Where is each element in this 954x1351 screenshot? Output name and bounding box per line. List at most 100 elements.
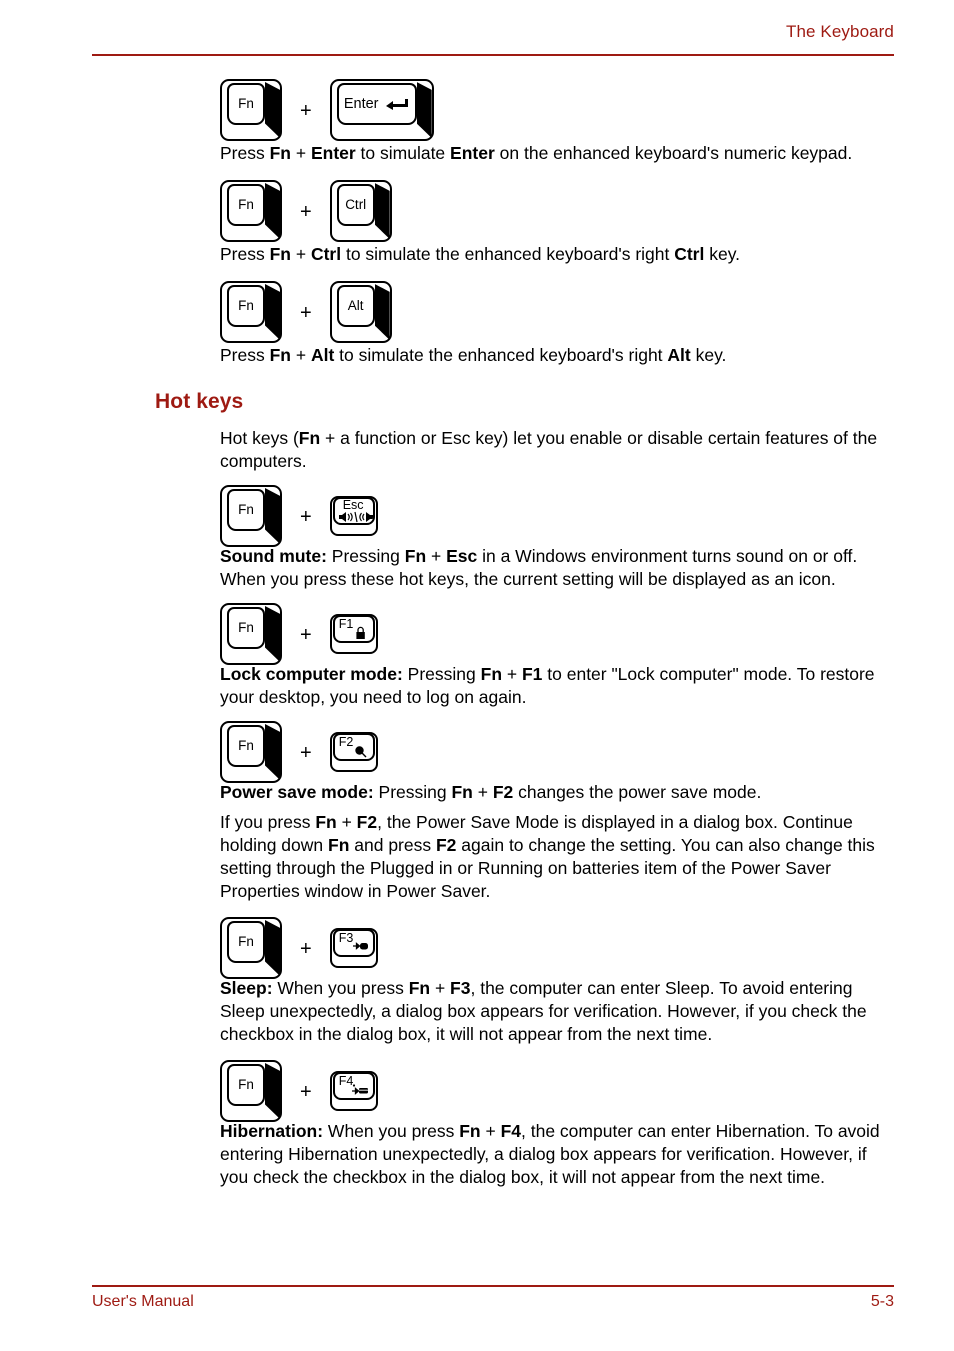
bold-fn-2: Fn [328, 835, 350, 855]
text: When you press [272, 978, 409, 998]
bold-fn: Fn [269, 143, 291, 163]
keycap-fn: Fn [220, 281, 282, 343]
header-divider [92, 54, 894, 56]
bold-esc: Esc [446, 546, 478, 566]
bold-ctrl: Ctrl [310, 244, 342, 264]
keycap-fn: Fn [220, 1060, 282, 1122]
text: to simulate the enhanced keyboard's righ… [341, 244, 675, 264]
bold-f2: F2 [356, 812, 378, 832]
bold-alt: Alt [310, 345, 335, 365]
keycap-label-group: Enter [344, 97, 410, 112]
keycap-label: Fn [238, 502, 254, 518]
text: to simulate the enhanced keyboard's righ… [334, 345, 668, 365]
keycap-face: Fn [227, 725, 265, 767]
keycap-f3: F3 [329, 928, 378, 968]
keycap-label: Ctrl [345, 197, 367, 213]
plus-sign: + [300, 100, 312, 122]
section-heading-hot-keys: Hot keys [155, 390, 244, 413]
keycap-label: Fn [238, 1077, 254, 1093]
keycap-f2: F2 [329, 732, 378, 772]
bold-enter: Enter [310, 143, 356, 163]
keycap-label: Fn [238, 96, 254, 112]
keycap-label: Fn [238, 934, 254, 950]
plus-sign: + [300, 1081, 312, 1103]
keycap-face: Ctrl [336, 184, 375, 226]
keycap-face: Fn [227, 1064, 265, 1106]
text: Pressing [373, 782, 452, 802]
keycap-face: Fn [227, 607, 265, 649]
text: Pressing [326, 546, 405, 566]
bold-label-sound-mute: Sound mute: [220, 546, 327, 566]
enter-arrow-icon [384, 99, 410, 111]
plus-sign: + [300, 201, 312, 223]
bold-f1: F1 [521, 664, 543, 684]
paragraph-fn-enter: Press Fn + Enter to simulate Enter on th… [220, 142, 898, 165]
bold-label-lock-computer: Lock computer mode: [220, 664, 403, 684]
hibernation-icon [344, 1083, 370, 1097]
text: to simulate [355, 143, 451, 163]
bold-fn: Fn [408, 978, 431, 998]
keycombo-fn-esc: Fn + Esc [220, 485, 895, 547]
text: Hot keys ( [220, 428, 299, 448]
keycombo-fn-f2: Fn + F2 [220, 721, 895, 783]
page-content: Fn + Enter Press Fn + Enter to simulate … [155, 78, 895, 1189]
footer-divider [92, 1285, 894, 1287]
bold-enter-2: Enter [450, 143, 495, 163]
keycap-face: Fn [227, 83, 265, 125]
text: + [430, 978, 451, 998]
keycap-fn: Fn [220, 721, 282, 783]
bold-f2-2: F2 [435, 835, 457, 855]
text: Press [220, 345, 270, 365]
page-header: The Keyboard [92, 22, 894, 48]
paragraph-fn-alt: Press Fn + Alt to simulate the enhanced … [220, 344, 898, 367]
keycap-fn: Fn [220, 485, 282, 547]
text: key. [690, 345, 727, 365]
bold-fn: Fn [404, 546, 427, 566]
keycap-fn: Fn [220, 180, 282, 242]
bold-fn: Fn [315, 812, 337, 832]
plus-sign: + [300, 506, 312, 528]
bold-fn: Fn [269, 345, 291, 365]
sound-mute-icon [338, 511, 373, 523]
sleep-icon [344, 940, 370, 954]
keycap-fn: Fn [220, 79, 282, 141]
text: changes the power save mode. [513, 782, 762, 802]
keycap-face: F1 [332, 615, 375, 643]
paragraph-hot-keys-intro: Hot keys (Fn + a function or Esc key) le… [220, 427, 898, 473]
bold-f4: F4 [500, 1121, 522, 1141]
bold-fn: Fn [459, 1121, 481, 1141]
power-save-icon [344, 744, 370, 758]
bold-f2: F2 [492, 782, 514, 802]
keycap-face: Fn [227, 921, 265, 963]
bold-fn: Fn [269, 244, 291, 264]
paragraph-power-save-detail: If you press Fn + F2, the Power Save Mod… [220, 811, 898, 903]
text: + [472, 782, 493, 802]
keycap-f4: F4 [329, 1071, 378, 1111]
paragraph-hibernation: Hibernation: When you press Fn + F4, the… [220, 1120, 898, 1189]
keycap-face: Enter [336, 83, 417, 125]
footer-page-number: 5-3 [870, 1293, 894, 1310]
paragraph-fn-ctrl: Press Fn + Ctrl to simulate the enhanced… [220, 243, 898, 266]
page-footer: User's Manual 5-3 [92, 1293, 894, 1311]
plus-sign: + [300, 302, 312, 324]
paragraph-sleep: Sleep: When you press Fn + F3, the compu… [220, 977, 898, 1046]
text: If you press [220, 812, 316, 832]
bold-label-power-save: Power save mode: [220, 782, 374, 802]
keycap-label: Alt [347, 298, 364, 314]
text: Press [220, 143, 270, 163]
keycombo-fn-ctrl: Fn + Ctrl [220, 179, 895, 243]
keycap-face: Esc [332, 497, 375, 525]
bold-alt-2: Alt [667, 345, 691, 365]
keycap-face: F3 [332, 929, 375, 957]
text: Press [220, 244, 270, 264]
keycap-label: Fn [238, 298, 254, 314]
padlock-icon [344, 626, 370, 640]
keycap-face: Fn [227, 285, 265, 327]
keycombo-fn-f1: Fn + F1 [220, 603, 895, 665]
keycap-label: Fn [238, 738, 254, 754]
paragraph-sound-mute: Sound mute: Pressing Fn + Esc in a Windo… [220, 545, 898, 591]
paragraph-power-save: Power save mode: Pressing Fn + F2 change… [220, 781, 898, 804]
keycap-face: Fn [227, 184, 265, 226]
text: and press [349, 835, 436, 855]
text: + [291, 345, 311, 365]
